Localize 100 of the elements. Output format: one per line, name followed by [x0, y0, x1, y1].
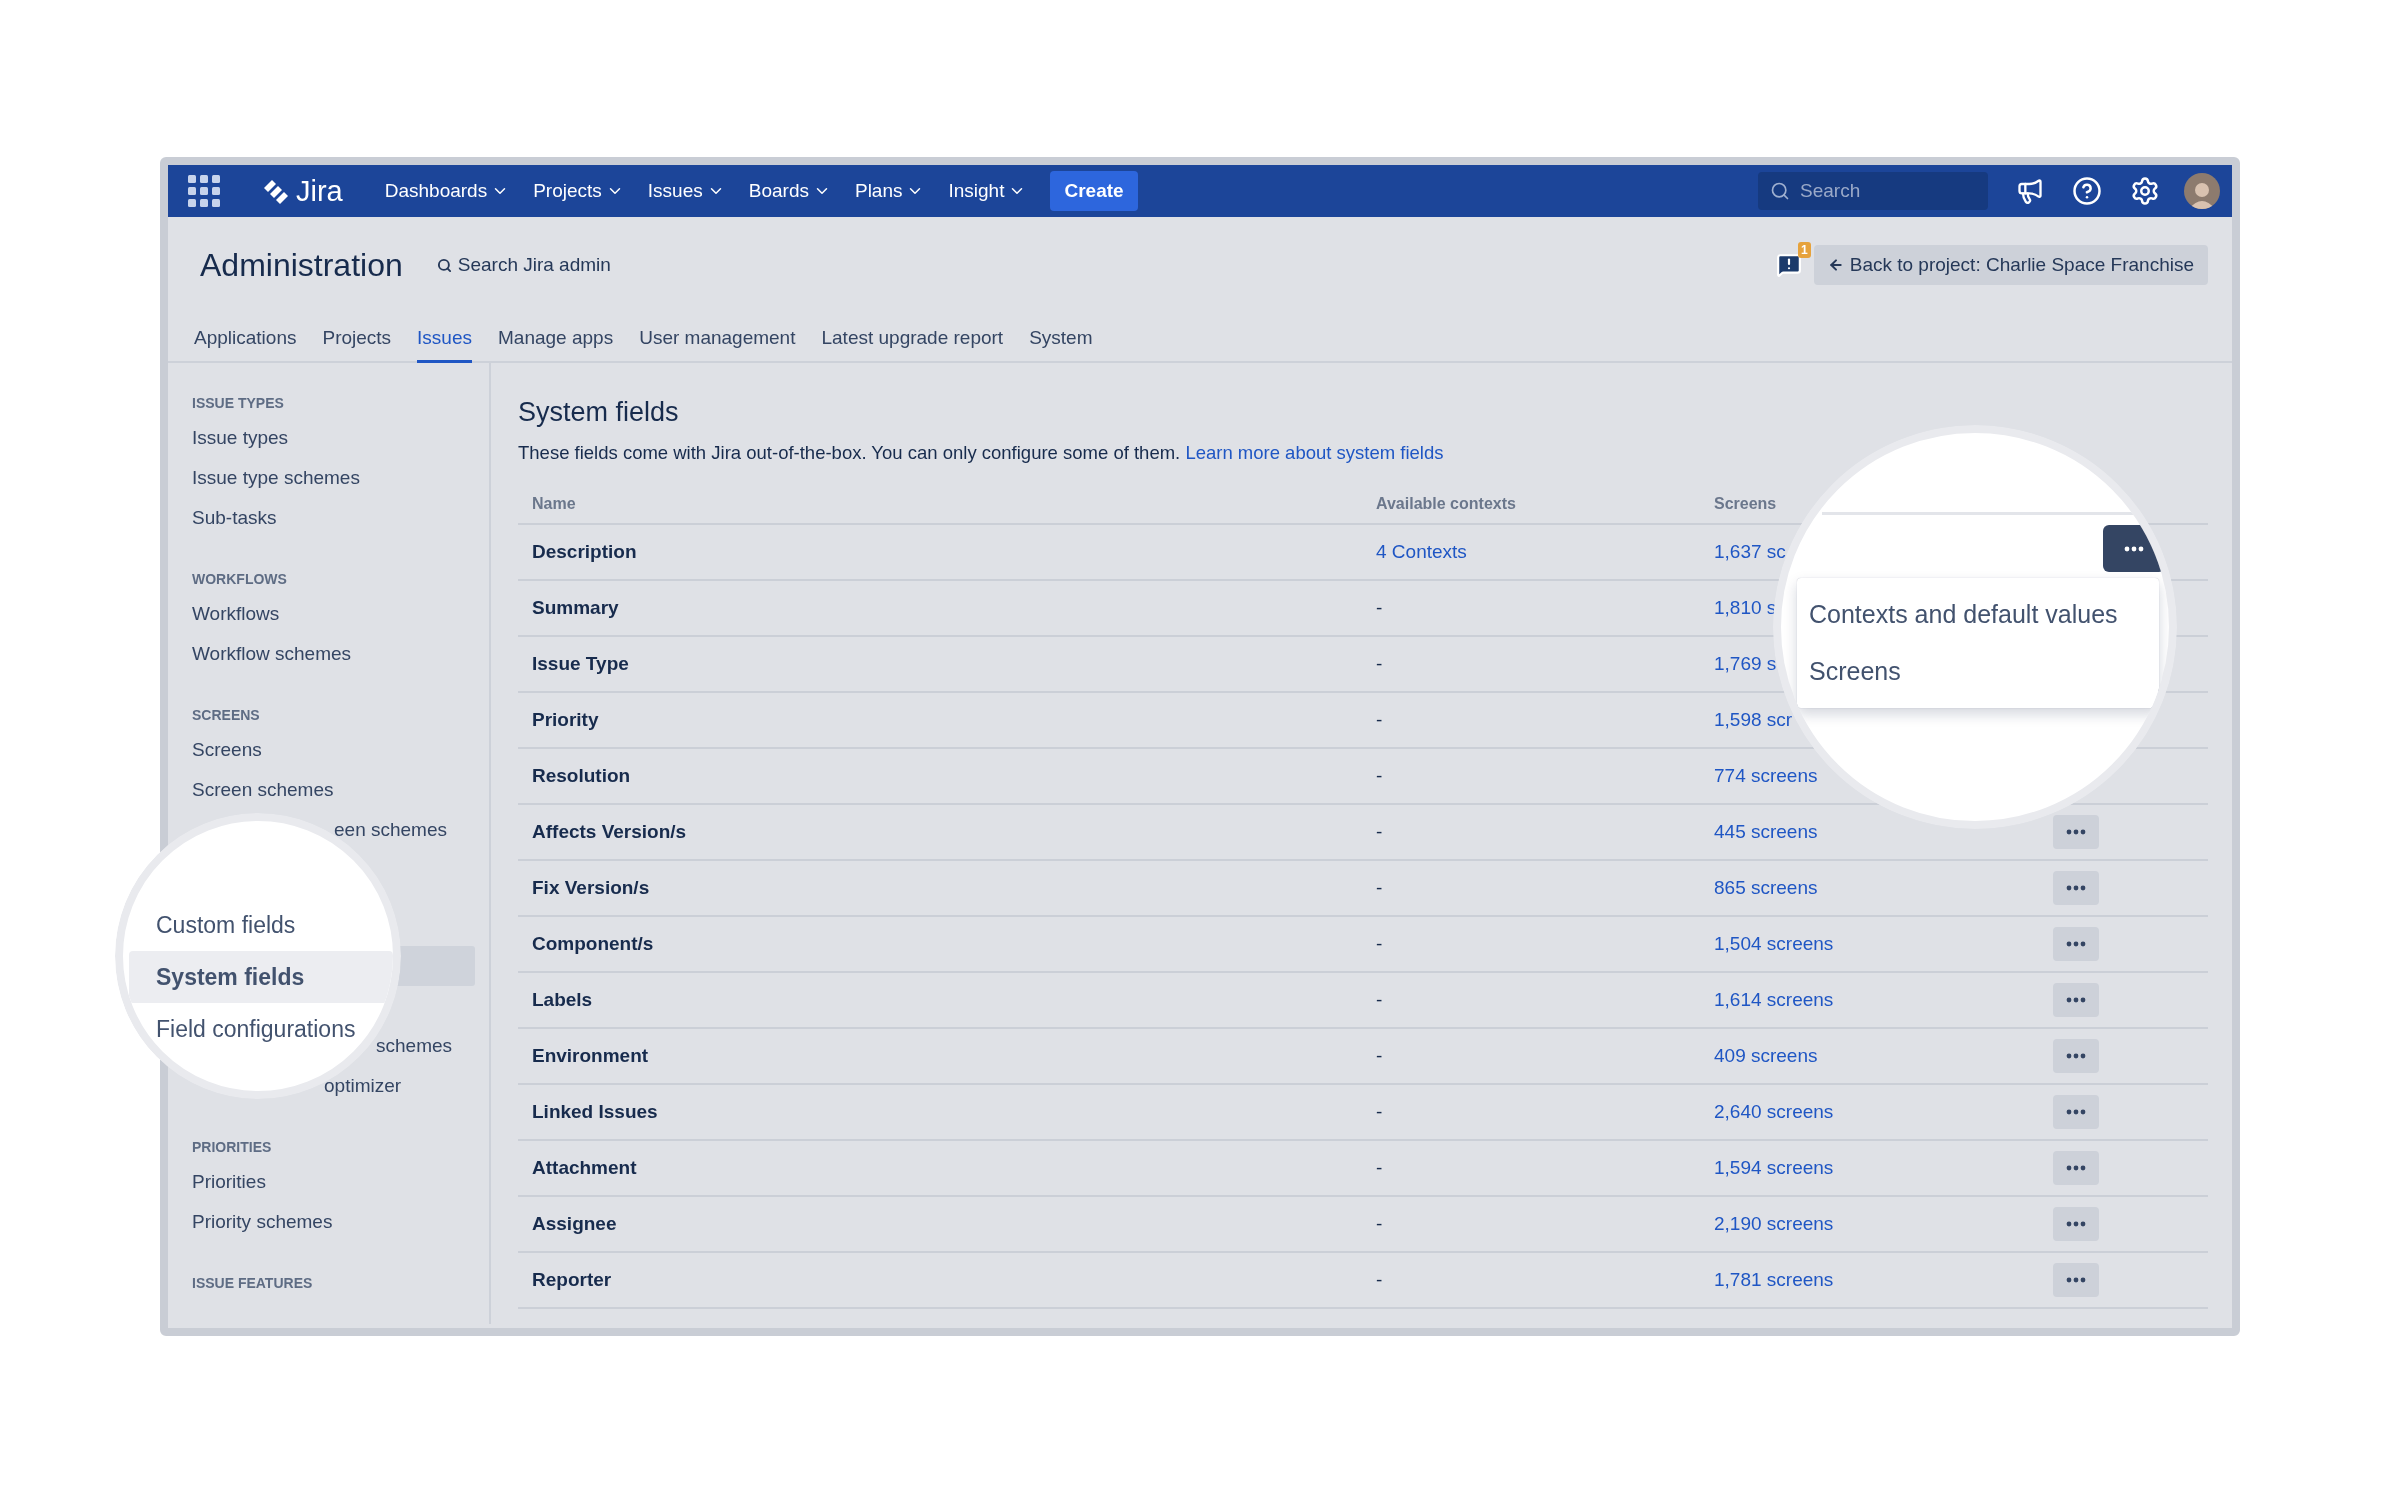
more-button[interactable]	[2053, 815, 2099, 849]
field-name: Labels	[531, 989, 594, 1011]
table-cell: -	[1376, 765, 1383, 787]
field-name: Reporter	[531, 1269, 613, 1291]
sidebar-item[interactable]: Workflows	[192, 603, 280, 625]
sidebar-item[interactable]: Custom fields	[129, 899, 393, 951]
screens-link[interactable]: 445 screens	[1714, 821, 1818, 843]
field-name: Issue Type	[531, 653, 630, 675]
sidebar-item[interactable]: Issue types	[192, 427, 289, 449]
search-admin-link[interactable]: Search Jira admin	[436, 254, 611, 276]
screens-link[interactable]: 2,190 screens	[1714, 1213, 1834, 1235]
sidebar-item[interactable]: optimizer	[324, 1075, 402, 1097]
more-icon	[2066, 1053, 2086, 1059]
menu-item[interactable]: Screens	[1797, 643, 2159, 700]
table-cell: -	[1376, 1213, 1383, 1235]
column-header: Screens	[1714, 495, 1778, 513]
tab[interactable]: Applications	[194, 315, 297, 363]
feedback-icon[interactable]	[1775, 252, 1802, 278]
table-cell: -	[1376, 989, 1383, 1011]
back-to-project-button[interactable]: Back to project: Charlie Space Franchise	[1813, 245, 2208, 285]
field-name: Component/s	[531, 933, 655, 955]
settings-icon[interactable]	[2130, 176, 2160, 206]
more-button[interactable]	[2053, 1151, 2099, 1185]
screens-link[interactable]: 1,504 screens	[1714, 933, 1834, 955]
sidebar-item[interactable]: System fields	[129, 951, 393, 1003]
tab[interactable]: System	[1029, 315, 1093, 363]
nav-menu[interactable]: Insight	[940, 174, 1035, 208]
field-name: Resolution	[531, 765, 632, 787]
field-name: Attachment	[531, 1157, 638, 1179]
sidebar-item[interactable]: Screen schemes	[192, 779, 334, 801]
help-icon[interactable]	[2072, 176, 2102, 206]
more-icon	[2066, 1165, 2086, 1171]
screens-link[interactable]: 865 screens	[1714, 877, 1818, 899]
screens-link[interactable]: 2,640 screens	[1714, 1101, 1834, 1123]
table-cell: -	[1376, 1157, 1383, 1179]
more-button[interactable]	[2053, 983, 2099, 1017]
search-icon	[436, 257, 452, 273]
more-button[interactable]	[2053, 1263, 2099, 1297]
sidebar-item[interactable]: Priority schemes	[192, 1211, 333, 1233]
logo-text[interactable]: Jira	[296, 174, 343, 208]
screens-link[interactable]: 1,781 screens	[1714, 1269, 1834, 1291]
sidebar-item[interactable]: Sub-tasks	[192, 507, 277, 529]
sidebar-item[interactable]: Screens	[192, 739, 262, 761]
field-name: Environment	[531, 1045, 650, 1067]
create-button[interactable]: Create	[1050, 171, 1138, 211]
more-button[interactable]	[2053, 1039, 2099, 1073]
field-name: Linked Issues	[531, 1101, 659, 1123]
screens-link[interactable]: 409 screens	[1714, 1045, 1818, 1067]
more-button[interactable]	[2053, 1095, 2099, 1129]
nav-menu[interactable]: Boards	[740, 174, 839, 208]
screens-link[interactable]: 1,598 scr	[1714, 709, 1793, 731]
app-grid-icon[interactable]	[188, 175, 220, 207]
arrow-left-icon	[1827, 257, 1844, 273]
table-cell: -	[1376, 1045, 1383, 1067]
table-cell: -	[1376, 597, 1383, 619]
more-icon	[2066, 941, 2086, 947]
more-icon	[2066, 885, 2086, 891]
page-title: Administration	[200, 246, 403, 284]
table-cell: -	[1376, 877, 1383, 899]
field-name: Assignee	[531, 1213, 618, 1235]
search-icon	[1770, 181, 1790, 201]
screens-link[interactable]: 1,637 sc	[1714, 541, 1786, 563]
more-icon	[2124, 545, 2144, 552]
sidebar-heading: SCREENS	[192, 706, 261, 725]
sidebar-item[interactable]: Workflow schemes	[192, 643, 352, 665]
more-icon	[2066, 829, 2086, 835]
more-button[interactable]	[2053, 871, 2099, 905]
more-button[interactable]	[2053, 927, 2099, 961]
avatar[interactable]	[2184, 173, 2220, 209]
tab[interactable]: Projects	[322, 315, 392, 363]
table-cell: -	[1376, 709, 1383, 731]
nav-menu[interactable]: Issues	[639, 174, 733, 208]
tab[interactable]: User management	[639, 315, 796, 363]
tab[interactable]: Manage apps	[498, 315, 614, 363]
sidebar-heading: PRIORITIES	[192, 1138, 273, 1157]
sidebar-heading: ISSUE TYPES	[192, 394, 285, 413]
field-name: Description	[531, 541, 638, 563]
screens-link[interactable]: 1,614 screens	[1714, 989, 1834, 1011]
field-name: Summary	[531, 597, 620, 619]
learn-more-link[interactable]: Learn more about system fields	[1185, 442, 1444, 463]
sidebar-heading: ISSUE FEATURES	[192, 1274, 314, 1293]
tab[interactable]: Issues	[417, 315, 472, 363]
table-cell: -	[1376, 1101, 1383, 1123]
more-icon	[2066, 1221, 2086, 1227]
column-header: Name	[531, 495, 577, 513]
section-title: System fields	[518, 396, 680, 429]
screens-link[interactable]: 1,594 screens	[1714, 1157, 1834, 1179]
more-button[interactable]	[2053, 1207, 2099, 1241]
sidebar-item[interactable]: Priorities	[192, 1171, 266, 1193]
search-field[interactable]: Search	[1758, 172, 1988, 210]
contexts-link[interactable]: 4 Contexts	[1376, 541, 1467, 563]
nav-menu[interactable]: Dashboards	[376, 174, 518, 208]
sidebar-item[interactable]: Issue type schemes	[192, 467, 360, 489]
tab[interactable]: Latest upgrade report	[821, 315, 1004, 363]
screens-link[interactable]: 1,769 s	[1714, 653, 1777, 675]
field-name: Affects Version/s	[531, 821, 688, 843]
nav-menu[interactable]: Projects	[525, 174, 632, 208]
nav-menu[interactable]: Plans	[846, 174, 933, 208]
menu-item[interactable]: Contexts and default values	[1797, 586, 2159, 643]
megaphone-icon[interactable]	[2016, 177, 2044, 205]
